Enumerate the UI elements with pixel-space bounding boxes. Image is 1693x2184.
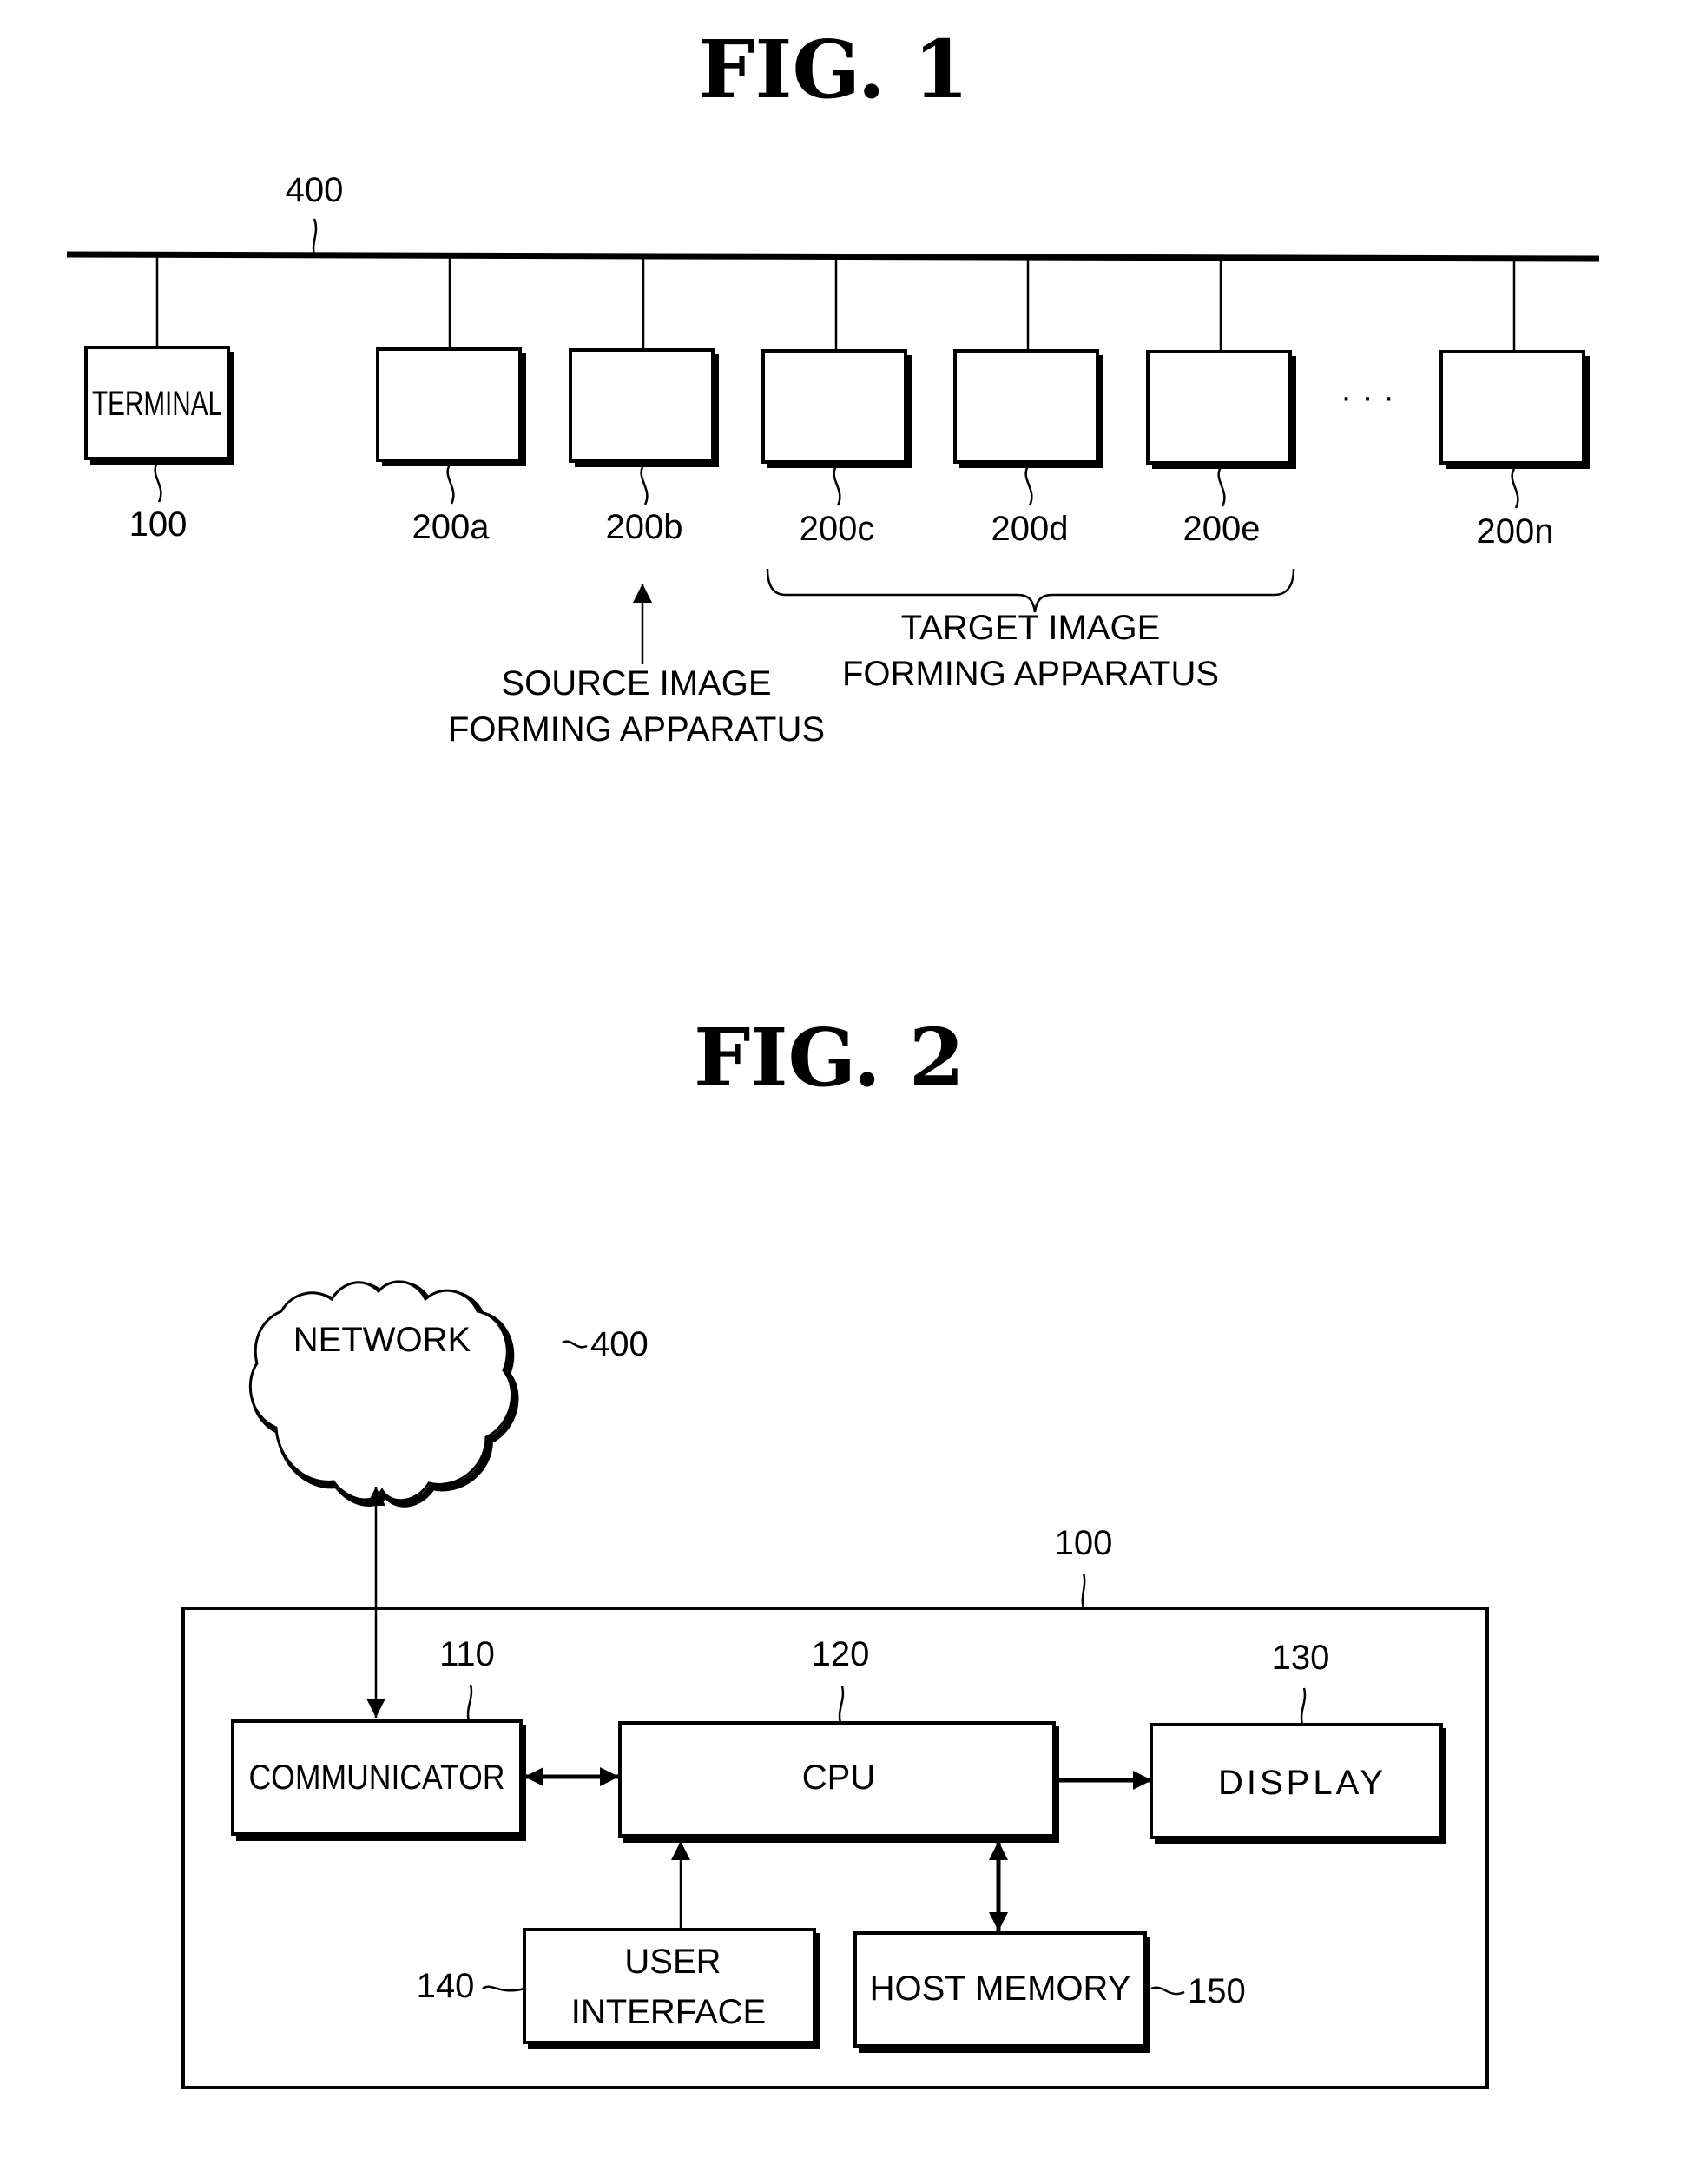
- network-bus: [66, 251, 1600, 262]
- display-label: DISPLAY: [1218, 1764, 1387, 1802]
- apparatus-node-200c: 200c: [761, 256, 912, 548]
- target-annotation-line1: TARGET IMAGE: [901, 609, 1161, 647]
- communicator-block: COMMUNICATOR 110: [231, 1635, 526, 1841]
- user-interface-block: USER INTERFACE 140: [417, 1928, 820, 2049]
- cpu-label: CPU: [802, 1758, 875, 1797]
- cpu-ref: 120: [812, 1635, 870, 1673]
- user-interface-ref: 140: [417, 1967, 475, 2005]
- apparatus-node-200e: 200e: [1146, 258, 1296, 548]
- display-block: DISPLAY 130: [1150, 1639, 1446, 1844]
- host-memory-ref: 150: [1188, 1972, 1246, 2010]
- terminal-label: TERMINAL: [92, 385, 222, 423]
- network-ref-leader: [562, 1340, 588, 1349]
- terminal-ref: 100: [129, 505, 188, 544]
- fig1-title: FIG. 1: [698, 23, 969, 116]
- terminal-outer-box: [181, 1607, 1489, 2089]
- apparatus-ref: 200a: [412, 508, 491, 546]
- target-annotation-line2: FORMING APPARATUS: [842, 655, 1219, 693]
- terminal-node: TERMINAL 100: [84, 254, 234, 544]
- apparatus-ref: 200d: [991, 510, 1069, 548]
- host-memory-label: HOST MEMORY: [870, 1970, 1131, 2008]
- user-interface-label-line2: INTERFACE: [571, 1993, 766, 2031]
- host-memory-block: HOST MEMORY 150: [853, 1931, 1246, 2053]
- network-ref-leader: [312, 218, 318, 255]
- communicator-label: COMMUNICATOR: [249, 1758, 505, 1797]
- figure-2: FIG. 2 NETWORK 400 100 COMMUNICATOR 110: [181, 1011, 1489, 2089]
- user-interface-label-line1: USER: [624, 1943, 721, 1981]
- display-ref: 130: [1272, 1639, 1330, 1677]
- patent-drawing: FIG. 1 400 TERMINAL 100 200a 200b 200c 2…: [66, 23, 1600, 2089]
- apparatus-node-200d: 200d: [953, 257, 1103, 548]
- fig2-title: FIG. 2: [694, 1011, 965, 1105]
- terminal-ref: 100: [1055, 1524, 1113, 1562]
- target-brace: [766, 568, 1295, 613]
- source-annotation-line2: FORMING APPARATUS: [448, 710, 825, 749]
- figure-1: FIG. 1 400 TERMINAL 100 200a 200b 200c 2…: [66, 23, 1600, 749]
- apparatus-node-200a: 200a: [376, 255, 526, 546]
- apparatus-ref: 200c: [800, 510, 875, 548]
- terminal-ref-leader: [1081, 1573, 1086, 1609]
- apparatus-ref: 200e: [1183, 510, 1261, 548]
- apparatus-node-200n: 200n: [1439, 259, 1590, 551]
- network-ref: 400: [590, 1325, 649, 1363]
- source-annotation-line1: SOURCE IMAGE: [501, 664, 771, 703]
- ellipsis: · · ·: [1341, 378, 1394, 416]
- network-cloud: [248, 1280, 519, 1508]
- apparatus-ref: 200b: [606, 508, 683, 546]
- apparatus-node-200b: 200b: [569, 255, 719, 546]
- communicator-ref: 110: [439, 1635, 495, 1673]
- network-ref-label: 400: [286, 171, 344, 209]
- apparatus-ref: 200n: [1477, 512, 1554, 551]
- network-label: NETWORK: [293, 1321, 471, 1359]
- cpu-block: CPU 120: [618, 1635, 1059, 1843]
